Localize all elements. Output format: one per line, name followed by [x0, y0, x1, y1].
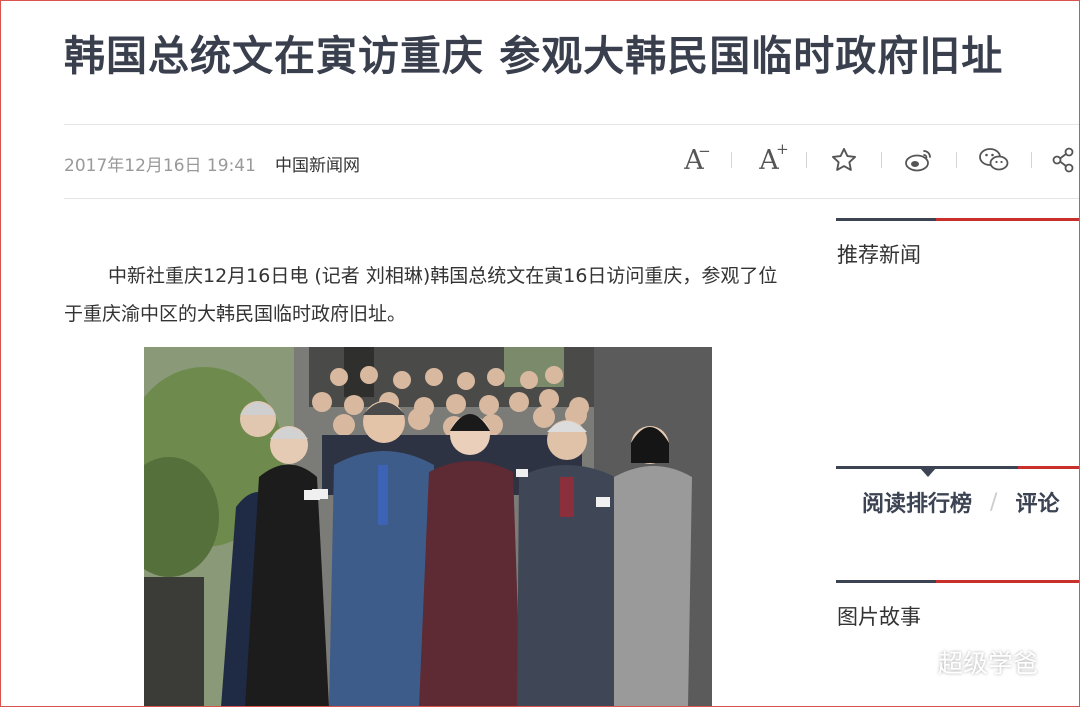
share-button[interactable] — [1051, 142, 1077, 178]
wechat-icon — [897, 648, 932, 674]
news-source[interactable]: 中国新闻网 — [275, 151, 360, 176]
article-title: 韩国总统文在寅访重庆 参观大韩民国临时政府旧址 — [64, 32, 1004, 80]
watermark-text: 超级学爸 — [938, 649, 1039, 678]
share-icon — [1052, 147, 1074, 173]
title-divider — [64, 124, 1080, 125]
star-icon — [831, 147, 857, 171]
font-increase-icon: A + — [759, 139, 789, 176]
font-decrease-button[interactable]: A − — [676, 142, 712, 178]
font-decrease-icon: A − — [684, 141, 711, 176]
toolbar-separator — [806, 152, 807, 168]
weibo-icon — [905, 150, 931, 172]
wechat-share-button[interactable] — [976, 142, 1012, 178]
toolbar-separator — [881, 152, 882, 168]
recommended-news-title: 推荐新闻 — [837, 243, 921, 267]
sidebar-section-rule — [836, 466, 1080, 469]
wechat-watermark: 超级学爸 — [896, 644, 1038, 680]
sidebar-section-rule — [836, 580, 1080, 583]
photo-story-title: 图片故事 — [837, 605, 921, 629]
sidebar-section-rule — [836, 218, 1080, 221]
article-paragraph: 中新社重庆12月16日电 (记者 刘相琳)韩国总统文在寅16日访问重庆，参观了位… — [64, 265, 778, 325]
ranking-tabs: 阅读排行榜 / 评论 — [862, 486, 1059, 518]
toolbar-separator — [1031, 152, 1032, 168]
group-photo-illustration — [144, 347, 712, 707]
active-tab-pointer-icon — [920, 468, 936, 477]
article-photo — [144, 347, 712, 707]
toolbar-separator — [731, 152, 732, 168]
meta-divider — [64, 198, 1080, 199]
font-increase-button[interactable]: A + — [751, 139, 789, 178]
tab-comments[interactable]: 评论 — [1015, 486, 1059, 518]
weibo-share-button[interactable] — [901, 142, 937, 178]
toolbar-separator — [956, 152, 957, 168]
tab-reading-ranking[interactable]: 阅读排行榜 — [862, 486, 972, 518]
publish-date: 2017年12月16日 19:41 — [64, 156, 256, 176]
tab-separator: / — [990, 489, 998, 515]
article-toolbar: A − A + — [676, 139, 1077, 178]
favorite-button[interactable] — [826, 142, 862, 178]
wechat-icon — [979, 148, 1009, 171]
